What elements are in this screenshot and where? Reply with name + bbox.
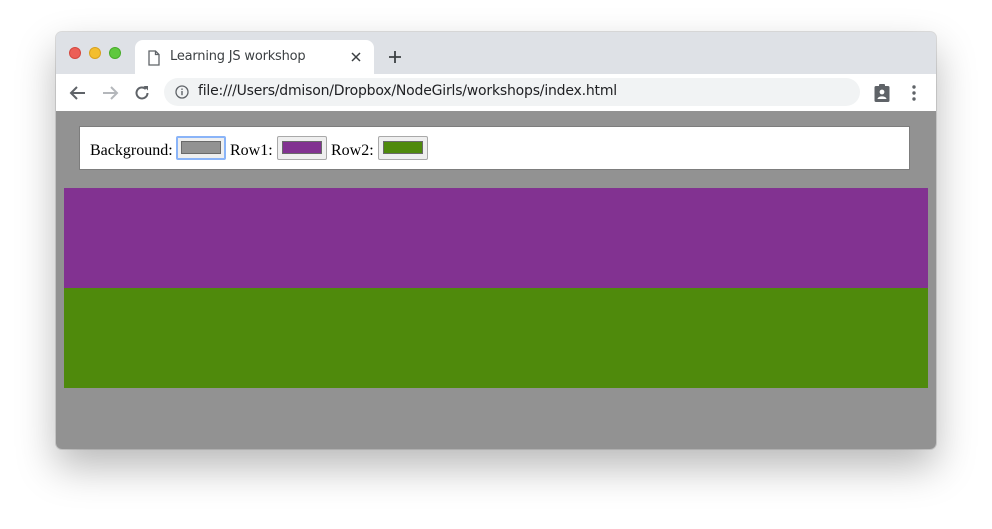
background-color-picker[interactable] xyxy=(176,136,226,160)
row1-color-picker[interactable] xyxy=(277,136,327,160)
address-bar[interactable]: file:///Users/dmison/Dropbox/NodeGirls/w… xyxy=(164,78,860,106)
document-icon xyxy=(148,50,160,66)
row1-label: Row1: xyxy=(230,142,273,159)
background-color-swatch xyxy=(181,141,221,154)
color-controls-panel: Background: Row1: Row2: xyxy=(79,126,910,170)
info-icon[interactable] xyxy=(175,85,189,99)
url-text[interactable]: file:///Users/dmison/Dropbox/NodeGirls/w… xyxy=(198,83,617,99)
close-window-button[interactable] xyxy=(69,47,81,59)
background-label: Background: xyxy=(90,142,173,159)
clipboard-account-icon[interactable] xyxy=(873,83,891,103)
zoom-window-button[interactable] xyxy=(109,47,121,59)
new-tab-icon[interactable] xyxy=(387,49,403,65)
row1-color-swatch xyxy=(282,141,322,154)
row-1 xyxy=(64,188,928,288)
browser-toolbar: file:///Users/dmison/Dropbox/NodeGirls/w… xyxy=(56,74,936,111)
close-tab-icon[interactable] xyxy=(350,51,362,63)
tab-learning-js-workshop[interactable]: Learning JS workshop xyxy=(135,40,374,74)
forward-arrow-icon[interactable] xyxy=(100,83,120,103)
tab-strip: Learning JS workshop xyxy=(56,32,936,74)
row2-color-swatch xyxy=(383,141,423,154)
row-2 xyxy=(64,288,928,388)
row2-color-picker[interactable] xyxy=(378,136,428,160)
page-viewport: Background: Row1: Row2: xyxy=(56,111,936,449)
reload-icon[interactable] xyxy=(132,83,152,103)
tab-title: Learning JS workshop xyxy=(170,49,306,64)
more-menu-icon[interactable] xyxy=(907,84,921,102)
back-arrow-icon[interactable] xyxy=(68,83,88,103)
browser-window: Learning JS workshop file:///Users/dmiso… xyxy=(56,32,936,449)
row2-label: Row2: xyxy=(331,142,374,159)
minimize-window-button[interactable] xyxy=(89,47,101,59)
